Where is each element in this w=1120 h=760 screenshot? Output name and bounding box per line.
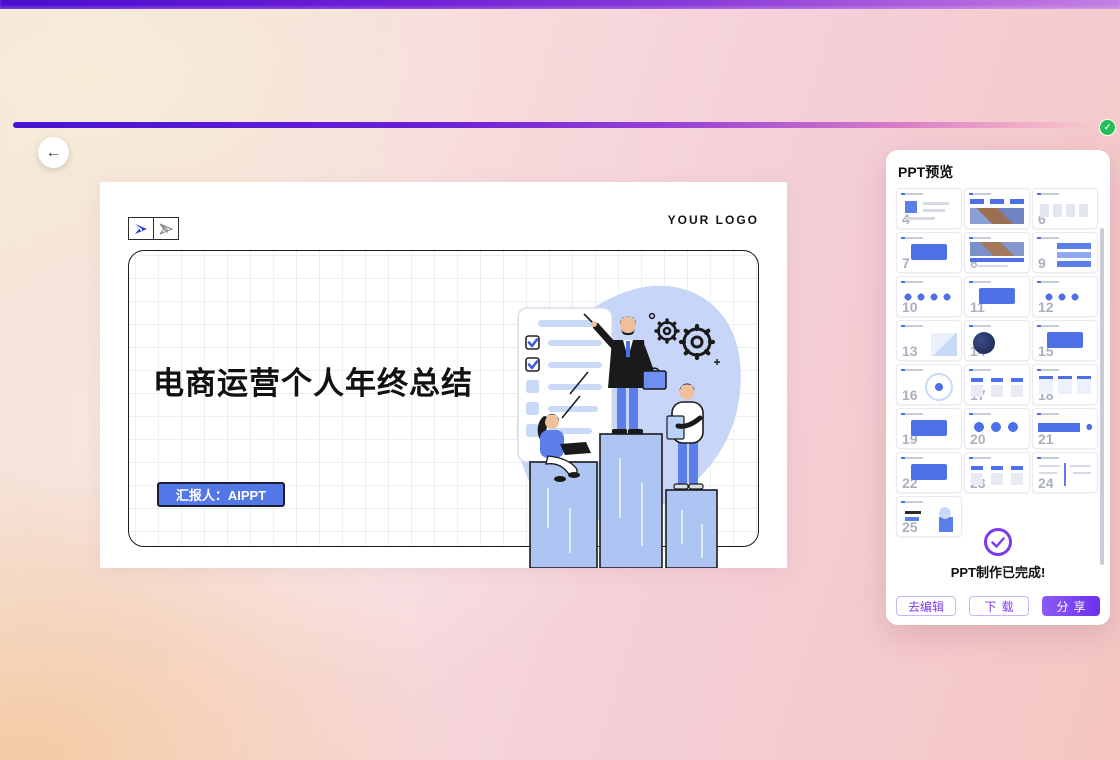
slide-thumbnail-14[interactable]: 14 [964, 320, 1030, 361]
slide-thumbnail-23[interactable]: 23 [964, 452, 1030, 493]
thumbnail-number: 14 [970, 344, 986, 358]
slide-thumbnail-5[interactable]: 5 [964, 188, 1030, 229]
panel-title: PPT预览 [898, 162, 953, 182]
thumbnail-number: 10 [902, 300, 918, 314]
thumbnail-number: 7 [902, 256, 910, 270]
slide-title: 电商运营个人年终总结 [153, 358, 473, 403]
slide-thumbnail-15[interactable]: 15 [1032, 320, 1098, 361]
back-button[interactable]: ← [38, 137, 69, 168]
slide-thumbnail-25[interactable]: 25 [896, 496, 962, 537]
slide-thumbnail-11[interactable]: 11 [964, 276, 1030, 317]
thumbnail-number: 18 [1038, 388, 1054, 402]
slide-thumbnail-17[interactable]: 17 [964, 364, 1030, 405]
action-buttons: 去编辑 下载 分享 [896, 596, 1100, 616]
thumbnail-number: 9 [1038, 256, 1046, 270]
thumbnail-number: 4 [902, 212, 910, 226]
edit-button[interactable]: 去编辑 [896, 596, 956, 616]
slide-thumbnail-7[interactable]: 7 [896, 232, 962, 273]
slide-thumbnail-6[interactable]: 6 [1032, 188, 1098, 229]
thumbnail-number: 17 [970, 388, 986, 402]
paper-plane-icon-gray [153, 217, 179, 240]
thumbnail-number: 8 [970, 256, 978, 270]
slide-thumbnail-8[interactable]: 8 [964, 232, 1030, 273]
thumbnail-number: 22 [902, 476, 918, 490]
slide-thumbnail-19[interactable]: 19 [896, 408, 962, 449]
thumbnail-number: 25 [902, 520, 918, 534]
thumbnail-grid: 4 5 6 7 8 9 10 11 12 13 14 15 16 17 18 19 20 21 22 23 24 25 [896, 188, 1096, 537]
slide-thumbnail-20[interactable]: 20 [964, 408, 1030, 449]
slide-thumbnail-9[interactable]: 9 [1032, 232, 1098, 273]
completion-status-text: PPT制作已完成! [886, 562, 1110, 581]
paper-plane-icon-blue [128, 217, 154, 240]
thumbnail-number: 19 [902, 432, 918, 446]
panel-scrollbar[interactable] [1100, 228, 1104, 565]
thumbnail-number: 15 [1038, 344, 1054, 358]
slide-thumbnail-10[interactable]: 10 [896, 276, 962, 317]
thumbnail-number: 6 [1038, 212, 1046, 226]
slide-logo-text: YOUR LOGO [668, 213, 759, 227]
paper-plane-icons [128, 217, 179, 240]
thumbnail-number: 21 [1038, 432, 1054, 446]
thumbnail-number: 16 [902, 388, 918, 402]
thumbnail-number: 20 [970, 432, 986, 446]
thumbnail-number: 11 [970, 300, 985, 314]
slide-thumbnail-13[interactable]: 13 [896, 320, 962, 361]
thumbnail-number: 24 [1038, 476, 1054, 490]
slide-illustration [500, 278, 750, 568]
progress-bar [13, 122, 1095, 128]
slide-thumbnail-16[interactable]: 16 [896, 364, 962, 405]
slide-thumbnail-24[interactable]: 24 [1032, 452, 1098, 493]
share-button[interactable]: 分享 [1042, 596, 1100, 616]
slide-thumbnail-12[interactable]: 12 [1032, 276, 1098, 317]
thumbnail-number: 12 [1038, 300, 1054, 314]
thumbnail-number: 5 [970, 212, 978, 226]
done-check-icon [984, 528, 1012, 556]
thumbnail-number: 13 [902, 344, 918, 358]
slide-thumbnail-21[interactable]: 21 [1032, 408, 1098, 449]
app-window: ✓ ← YOUR LOGO 电商运营个人年终总结 汇报人：AIPPT [0, 0, 1120, 760]
main-slide-preview: YOUR LOGO 电商运营个人年终总结 汇报人：AIPPT [100, 182, 787, 568]
download-button[interactable]: 下载 [969, 596, 1029, 616]
slide-thumbnail-18[interactable]: 18 [1032, 364, 1098, 405]
ppt-preview-panel: PPT预览 4 5 6 7 8 9 10 11 12 13 14 15 16 17 18 19 20 21 22 23… [886, 150, 1110, 625]
presenter-badge: 汇报人：AIPPT [157, 482, 285, 507]
slide-thumbnail-22[interactable]: 22 [896, 452, 962, 493]
slide-thumbnail-4[interactable]: 4 [896, 188, 962, 229]
top-brand-strip [0, 0, 1120, 9]
progress-complete-icon: ✓ [1099, 119, 1116, 136]
thumbnail-number: 23 [970, 476, 986, 490]
